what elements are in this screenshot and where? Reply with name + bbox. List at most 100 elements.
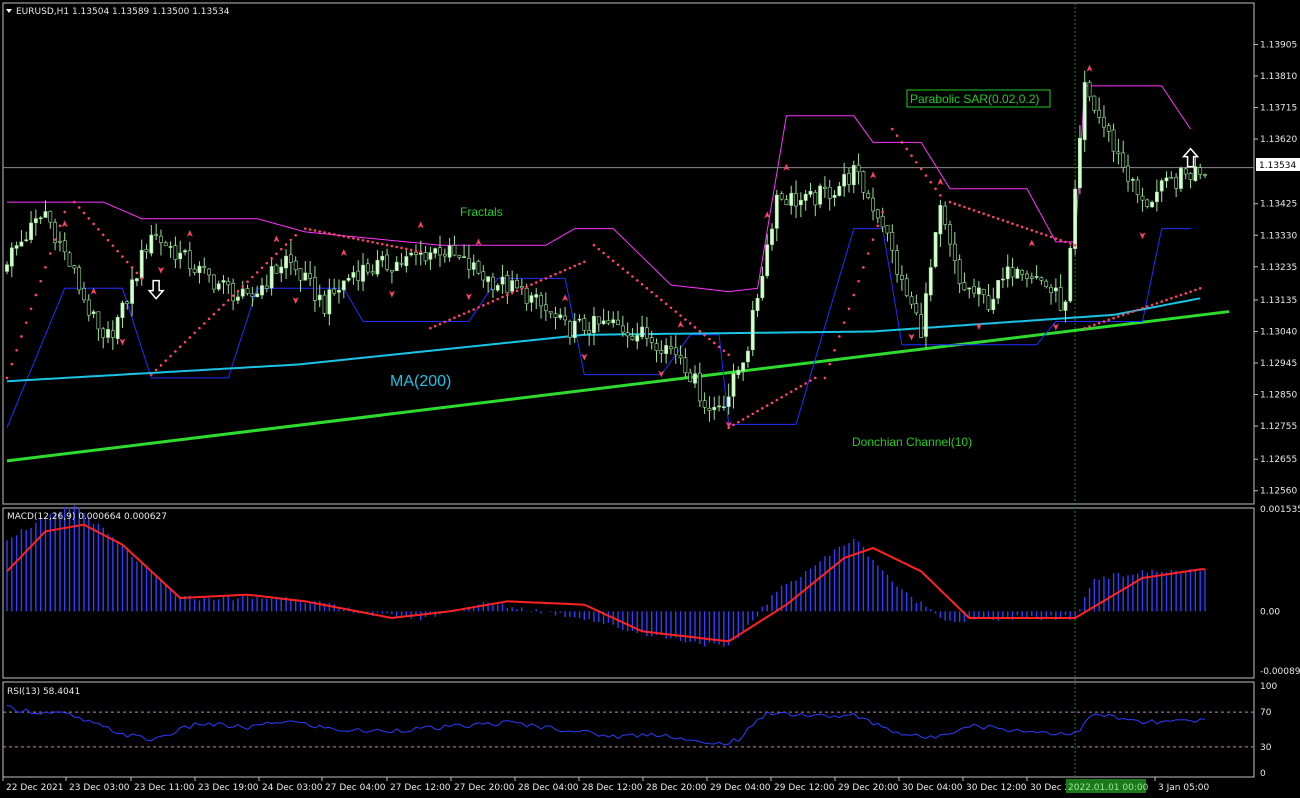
rsi-tick-label: 70	[1260, 708, 1272, 718]
time-tick-label: 24 Dec 03:00	[262, 783, 323, 793]
candle-body	[452, 245, 457, 256]
sar-dot	[289, 238, 293, 242]
candle-body	[1087, 81, 1092, 98]
sar-dot	[130, 266, 134, 269]
candle-body	[341, 280, 346, 291]
sar-dot	[741, 418, 745, 421]
candle-body	[1025, 273, 1029, 279]
sar-dot	[761, 407, 764, 410]
sar-dot	[1174, 295, 1178, 298]
sar-dot	[260, 266, 264, 270]
candle-body	[394, 261, 399, 272]
sar-dot	[929, 180, 933, 184]
candle-body	[1179, 167, 1183, 189]
candle-body	[332, 288, 337, 294]
candle-body	[1159, 180, 1164, 192]
price-tick-label: 1.12850	[1260, 391, 1297, 401]
sar-dot	[1044, 233, 1048, 237]
sar-dot	[222, 303, 225, 307]
candle-body	[495, 285, 500, 291]
sar-dot	[967, 207, 971, 211]
fractals-label: Fractals	[460, 205, 503, 219]
candle-body	[29, 222, 33, 240]
sar-dot	[106, 238, 110, 242]
sar-dot	[1020, 225, 1024, 229]
candle-body	[481, 271, 486, 281]
candle-body	[211, 274, 216, 290]
candle-body	[957, 259, 962, 284]
sar-dot	[318, 230, 322, 233]
sar-dot	[405, 247, 408, 251]
candle-body	[856, 164, 861, 173]
candle-body	[1097, 109, 1102, 118]
time-tick-label: 22 Dec 2021	[6, 783, 64, 793]
candle-body	[245, 288, 250, 294]
sar-dot	[313, 229, 317, 232]
rsi-tick-label: 100	[1260, 682, 1277, 692]
sar-dot	[92, 222, 95, 226]
candle-body	[173, 245, 178, 260]
candle-body	[187, 250, 192, 270]
candle-body	[914, 303, 919, 314]
sar-dot	[183, 340, 187, 344]
candle-body	[625, 332, 630, 337]
candle-body	[630, 335, 635, 340]
sar-dot	[631, 275, 634, 278]
sar-dot	[73, 200, 76, 204]
candle-body	[688, 372, 693, 382]
sar-dot	[496, 297, 500, 301]
sar-dot	[1141, 306, 1144, 310]
candle-body	[1029, 276, 1034, 279]
price-tick-label: 1.13905	[1260, 40, 1297, 50]
sar-dot	[558, 270, 562, 274]
sar-dot	[722, 349, 726, 353]
sar-dot	[371, 240, 374, 244]
sar-dot	[29, 307, 33, 311]
candle-body	[827, 186, 832, 199]
candle-body	[380, 255, 385, 261]
sar-dot	[693, 326, 697, 329]
candle-body	[529, 295, 534, 303]
candle-body	[404, 256, 409, 267]
sar-dot	[804, 382, 807, 385]
time-tick-label: 23 Dec 11:00	[134, 783, 195, 793]
sar-dot	[934, 187, 937, 191]
candle-body	[101, 328, 106, 338]
sar-dot	[58, 224, 62, 228]
candle-body	[823, 186, 827, 189]
candle-body	[433, 248, 438, 254]
sar-dot	[198, 326, 201, 330]
sar-dot	[684, 318, 687, 321]
sar-dot	[578, 262, 581, 266]
sar-dot	[429, 326, 432, 330]
macd-tick-label: 0.001535	[1260, 505, 1300, 515]
sar-dot	[746, 415, 750, 418]
candle-body	[1039, 277, 1044, 281]
sar-dot	[910, 154, 913, 157]
candle-body	[616, 319, 620, 325]
time-tick-label: 29 Dec 12:00	[774, 783, 835, 793]
candle-body	[582, 318, 587, 331]
sar-dot	[154, 368, 158, 372]
sar-dot	[308, 228, 312, 231]
sar-dot	[987, 214, 990, 217]
candle-body	[972, 286, 976, 294]
sar-dot	[525, 285, 528, 288]
sar-dot	[159, 364, 163, 367]
candle-body	[794, 193, 798, 207]
sar-dot	[169, 354, 172, 358]
sar-dot	[121, 255, 124, 258]
candle-body	[721, 406, 726, 409]
candle-body	[361, 264, 365, 282]
candle-body	[875, 209, 880, 219]
time-tick-label: 27 Dec 20:00	[454, 783, 515, 793]
sar-dot	[323, 231, 326, 234]
price-tick-label: 1.13425	[1260, 200, 1297, 210]
candle-body	[587, 330, 592, 334]
sar-dot	[1126, 311, 1130, 315]
candle-body	[82, 288, 86, 301]
time-tick-label: 23 Dec 19:00	[198, 783, 259, 793]
sar-dot	[857, 279, 860, 283]
sar-dot	[433, 324, 437, 328]
candle-body	[337, 290, 341, 293]
